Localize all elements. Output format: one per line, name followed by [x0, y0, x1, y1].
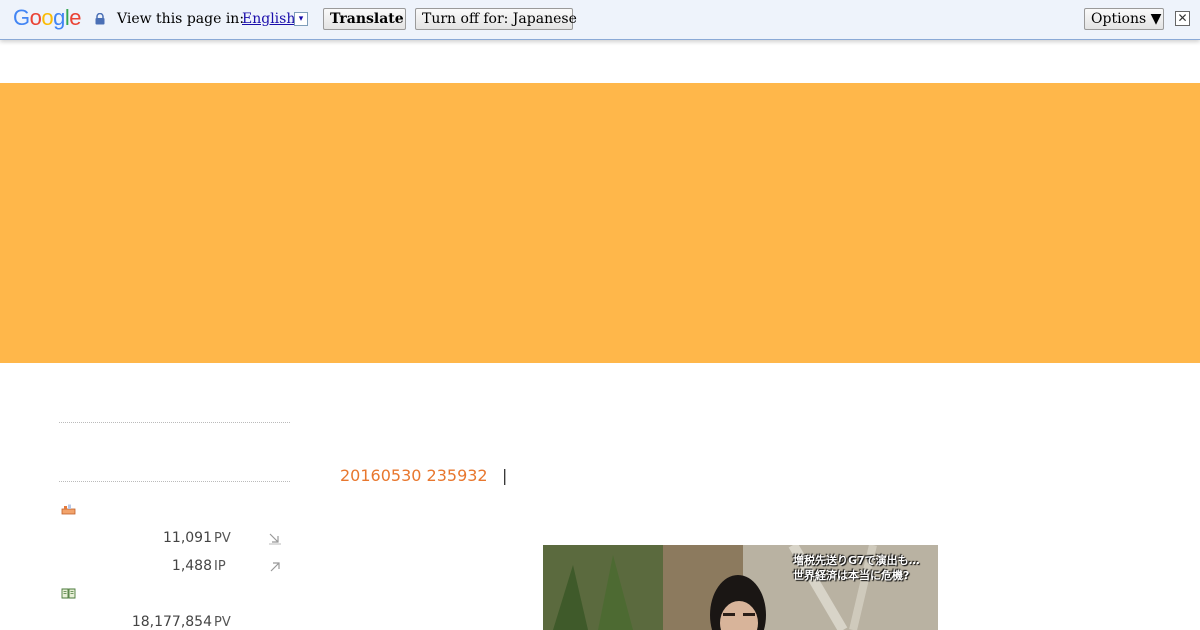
total-pv-value: 18,177,854 [131, 614, 212, 630]
post-separator: | [502, 466, 508, 485]
close-icon[interactable]: ✕ [1175, 11, 1190, 26]
sidebar-divider [59, 422, 290, 423]
post-date-link[interactable]: 20160530 235932 [340, 466, 488, 485]
view-page-label: View this page in: [117, 11, 245, 27]
language-select[interactable]: English [242, 11, 295, 27]
image-caption: 増税先送りG7で演出も…世界経済は本当に危機? [793, 554, 920, 582]
header-banner [0, 83, 1200, 363]
chart-icon [61, 504, 76, 515]
today-ip-unit: IP [214, 559, 226, 574]
post-image[interactable]: 増税先送りG7で演出も…世界経済は本当に危機? [543, 545, 938, 630]
today-ip-value: 1,488 [171, 558, 212, 574]
today-pv-unit: PV [214, 531, 231, 546]
translate-bar: Google View this page in: English ▾ Tran… [0, 0, 1200, 40]
arrow-down-icon [269, 533, 281, 545]
turn-off-button[interactable]: Turn off for: Japanese [415, 8, 577, 30]
chevron-down-icon[interactable]: ▾ [294, 12, 308, 26]
google-logo: Google [13, 5, 82, 30]
translate-button[interactable]: Translate [323, 8, 406, 30]
lock-icon [95, 13, 105, 25]
sidebar-divider [59, 481, 290, 482]
total-pv-unit: PV [214, 615, 231, 630]
arrow-up-icon [270, 562, 280, 572]
options-button[interactable]: Options ▼ [1084, 8, 1164, 30]
today-pv-value: 11,091 [163, 530, 212, 546]
book-icon [61, 588, 76, 599]
